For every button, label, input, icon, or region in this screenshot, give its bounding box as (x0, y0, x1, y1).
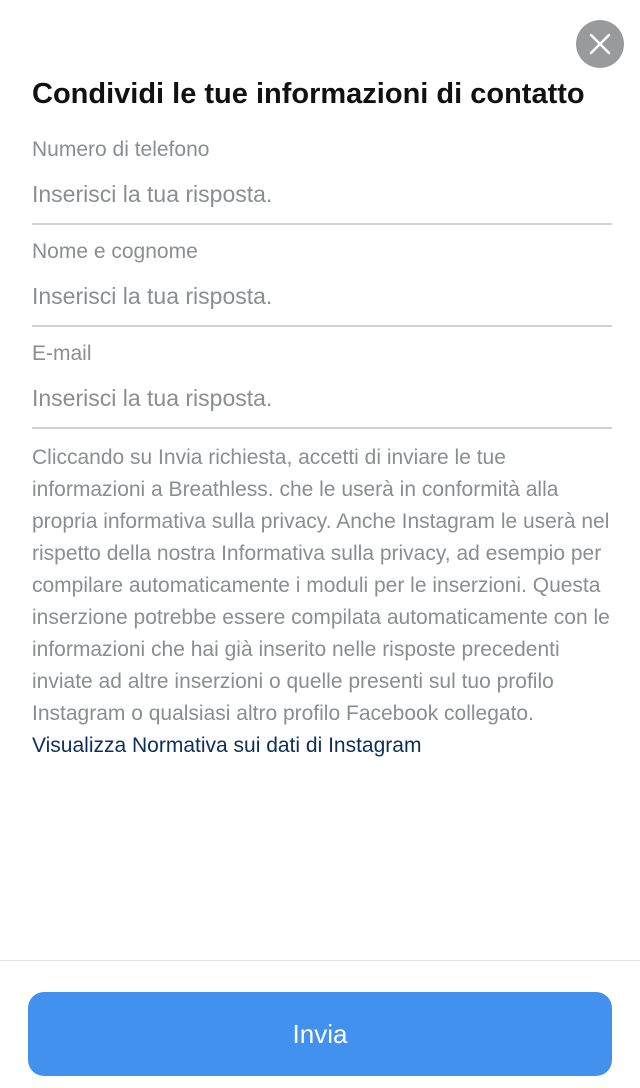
close-icon (589, 33, 611, 55)
email-label: E-mail (32, 342, 92, 365)
full-name-label: Nome e cognome (32, 240, 198, 263)
disclaimer-text: Cliccando su Invia richiesta, accetti di… (32, 446, 610, 725)
full-name-underline (32, 325, 612, 327)
phone-input[interactable] (32, 172, 612, 216)
full-name-input[interactable] (32, 274, 612, 318)
email-input[interactable] (32, 376, 612, 420)
phone-underline (32, 223, 612, 225)
data-policy-link[interactable]: Visualizza Normativa sui dati di Instagr… (32, 734, 421, 757)
close-button[interactable] (576, 20, 624, 68)
privacy-disclaimer: Cliccando su Invia richiesta, accetti di… (32, 442, 612, 762)
submit-button[interactable]: Invia (28, 992, 612, 1076)
email-underline (32, 427, 612, 429)
phone-label: Numero di telefono (32, 138, 210, 161)
footer-divider (0, 960, 640, 961)
page-title: Condividi le tue informazioni di contatt… (32, 78, 585, 110)
